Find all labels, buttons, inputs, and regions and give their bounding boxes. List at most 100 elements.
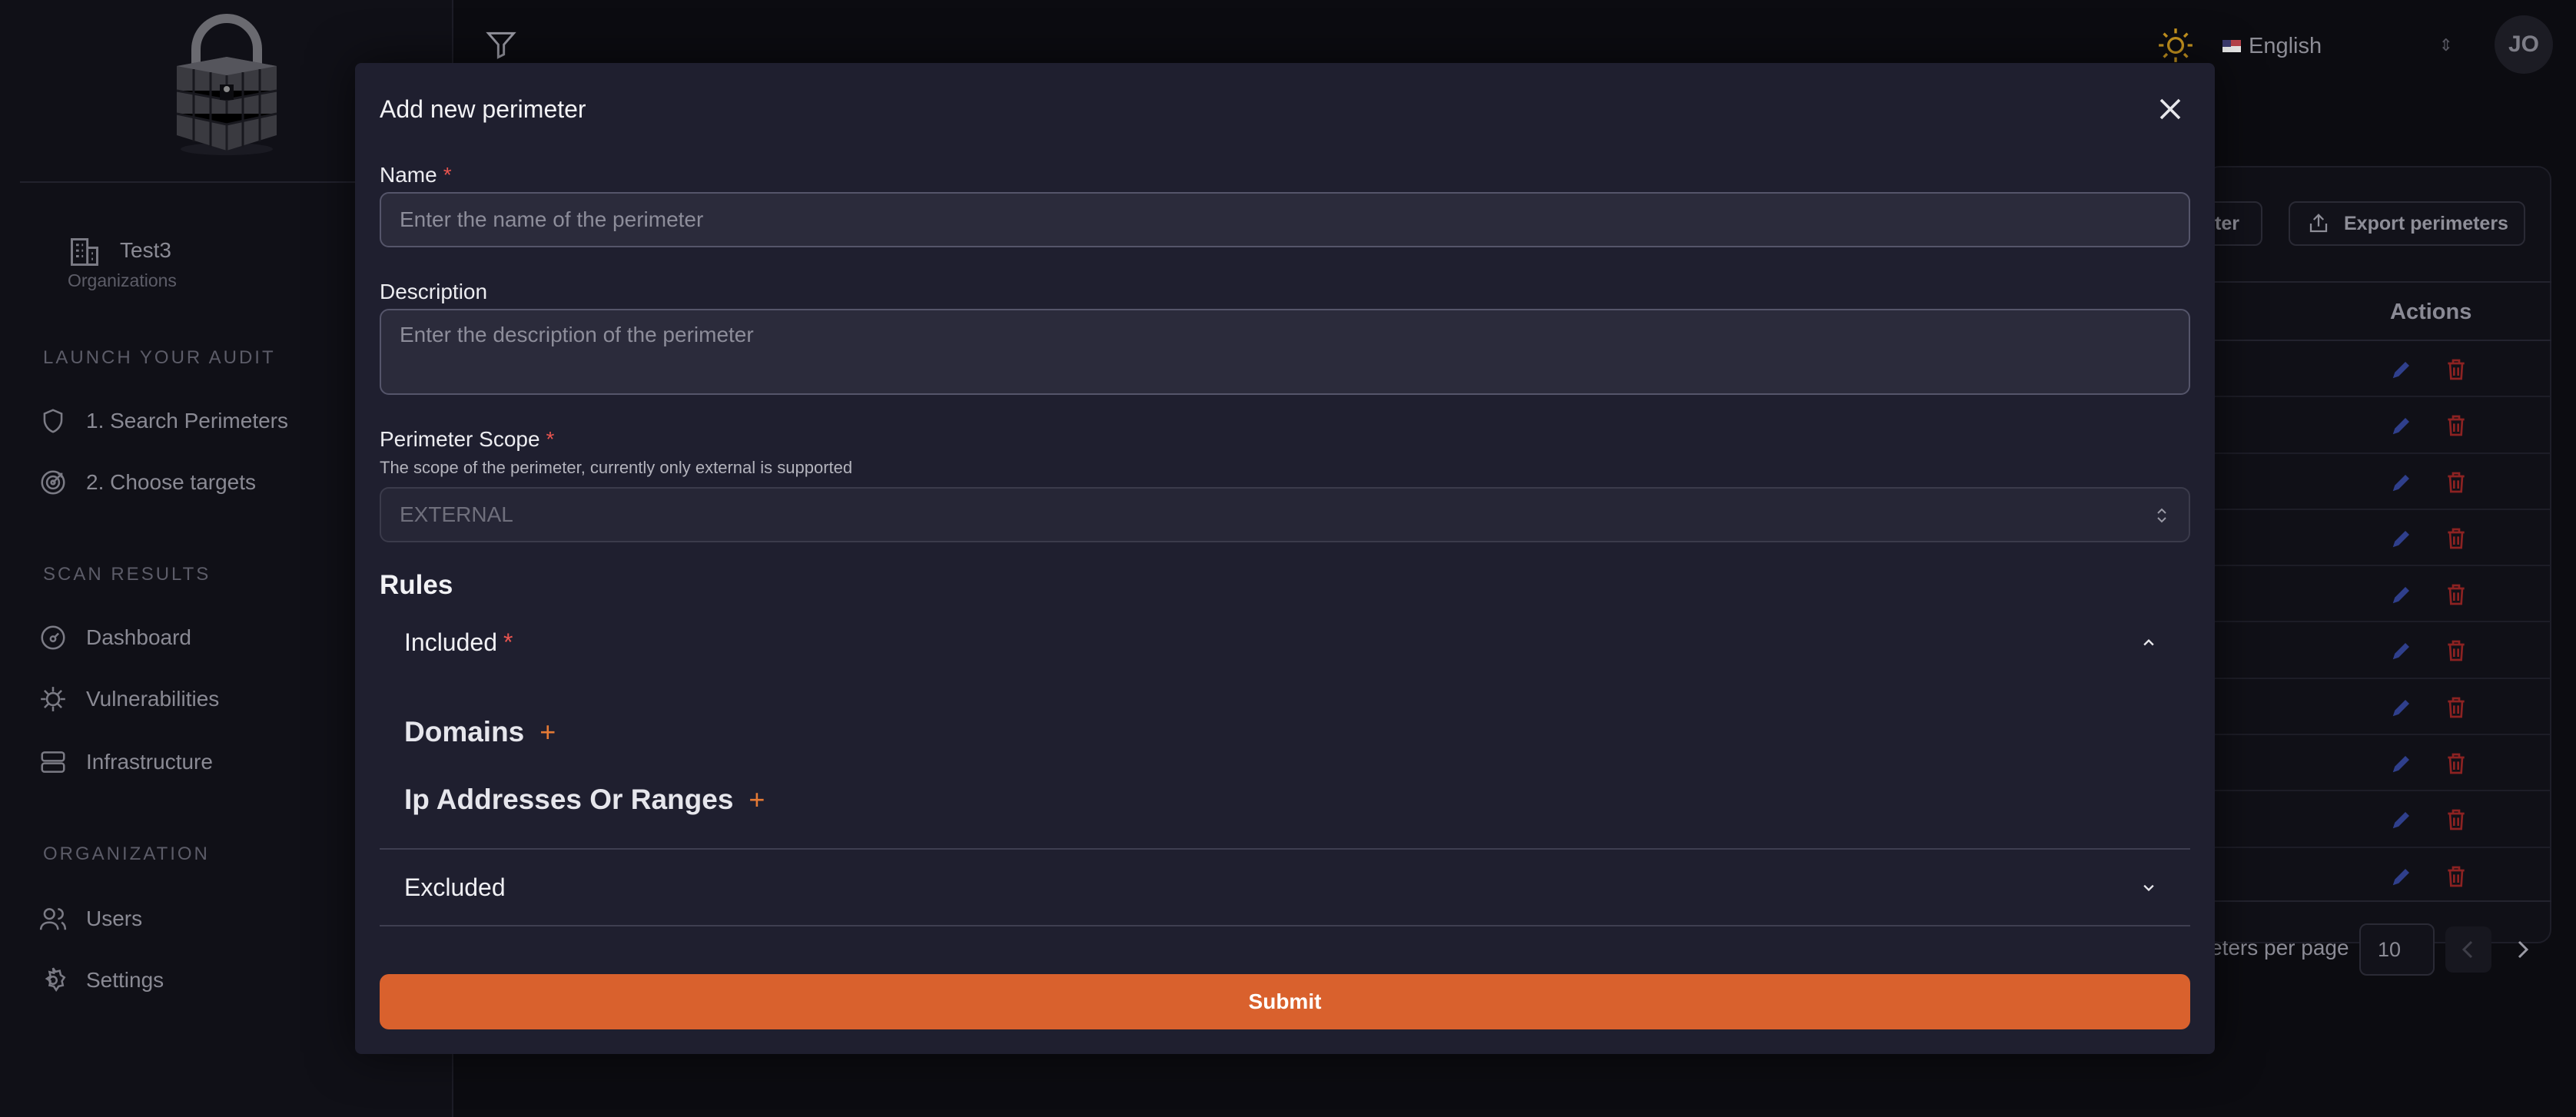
sun-icon[interactable] bbox=[2156, 26, 2195, 65]
table-row bbox=[2206, 622, 2551, 679]
required-marker: * bbox=[443, 163, 452, 187]
avatar[interactable]: JO bbox=[2495, 15, 2553, 74]
chevron-updown-icon: ⇕ bbox=[2438, 35, 2453, 55]
table-row bbox=[2206, 791, 2551, 848]
rules-title: Rules bbox=[380, 570, 453, 600]
included-label-text: Included bbox=[404, 628, 497, 656]
filter-icon[interactable] bbox=[484, 28, 518, 61]
us-flag-icon bbox=[2222, 40, 2241, 52]
close-icon[interactable] bbox=[2152, 91, 2189, 128]
pencil-icon[interactable] bbox=[2390, 639, 2413, 662]
trash-icon[interactable] bbox=[2444, 751, 2468, 777]
sidebar-item-label: Vulnerabilities bbox=[86, 687, 220, 711]
table-row bbox=[2206, 454, 2551, 510]
table-row bbox=[2206, 341, 2551, 398]
pencil-icon[interactable] bbox=[2390, 527, 2413, 550]
next-page-button[interactable] bbox=[2499, 926, 2545, 973]
sidebar-item-label: 2. Choose targets bbox=[86, 470, 257, 494]
server-icon bbox=[41, 751, 65, 773]
rows-per-page-select[interactable]: 10 bbox=[2359, 923, 2435, 976]
language-label: English bbox=[2249, 33, 2322, 58]
add-domain-button[interactable]: + bbox=[539, 716, 556, 748]
chevron-left-icon bbox=[2461, 940, 2473, 959]
sidebar-item-label: Infrastructure bbox=[86, 750, 213, 774]
trash-icon[interactable] bbox=[2444, 356, 2468, 383]
required-marker: * bbox=[546, 427, 555, 451]
actions-header: Actions bbox=[2390, 300, 2472, 324]
ip-ranges-title: Ip Addresses Or Ranges bbox=[404, 784, 734, 815]
modal-title: Add new perimeter bbox=[380, 95, 586, 123]
table-row bbox=[2206, 679, 2551, 736]
pencil-icon[interactable] bbox=[2390, 808, 2413, 831]
table-row bbox=[2206, 510, 2551, 567]
scope-select[interactable]: EXTERNAL bbox=[380, 487, 2190, 542]
trash-icon[interactable] bbox=[2444, 469, 2468, 496]
pagination: eters per page 10 bbox=[2198, 922, 2559, 976]
table-header: Actions bbox=[2206, 283, 2551, 341]
add-ip-range-button[interactable]: + bbox=[749, 784, 765, 816]
sidebar-item-label: Settings bbox=[86, 968, 164, 992]
table-row bbox=[2206, 735, 2551, 792]
pencil-icon[interactable] bbox=[2390, 752, 2413, 775]
shield-icon bbox=[43, 409, 63, 433]
app-root: Test3 Organizations LAUNCH YOUR AUDIT 1.… bbox=[0, 0, 2576, 1117]
trash-icon[interactable] bbox=[2444, 582, 2468, 608]
pencil-icon[interactable] bbox=[2390, 583, 2413, 606]
chevron-updown-icon bbox=[2157, 508, 2166, 523]
excluded-label: Excluded bbox=[404, 873, 506, 901]
trash-icon[interactable] bbox=[2444, 694, 2468, 721]
name-input[interactable] bbox=[380, 192, 2190, 247]
language-select[interactable]: English ⇕ bbox=[2222, 31, 2453, 61]
users-icon bbox=[39, 908, 67, 930]
pencil-icon[interactable] bbox=[2390, 696, 2413, 719]
description-input[interactable] bbox=[380, 309, 2190, 395]
chevron-down-icon bbox=[2143, 884, 2154, 892]
chevron-up-icon bbox=[2143, 639, 2154, 646]
domains-group: Domains + bbox=[404, 716, 556, 748]
domains-title: Domains bbox=[404, 716, 525, 747]
scope-label-text: Perimeter Scope bbox=[380, 427, 540, 451]
table-body bbox=[2206, 341, 2551, 904]
table-row bbox=[2206, 566, 2551, 623]
add-perimeter-modal: Add new perimeter Name* Description Peri… bbox=[355, 63, 2215, 1054]
sidebar-item-label: Users bbox=[86, 907, 143, 930]
previous-page-button[interactable] bbox=[2445, 926, 2491, 973]
pencil-icon[interactable] bbox=[2390, 471, 2413, 494]
submit-button[interactable]: Submit bbox=[380, 974, 2190, 1029]
scope-value: EXTERNAL bbox=[400, 502, 513, 526]
building-icon bbox=[71, 238, 98, 266]
trash-icon[interactable] bbox=[2444, 525, 2468, 552]
organization-name: Test3 bbox=[120, 238, 171, 262]
organization-subtitle: Organizations bbox=[68, 270, 177, 290]
included-label: Included * bbox=[404, 628, 513, 657]
trash-icon[interactable] bbox=[2444, 413, 2468, 439]
sidebar-item-label: Dashboard bbox=[86, 625, 191, 649]
pencil-icon[interactable] bbox=[2390, 358, 2413, 381]
table-row bbox=[2206, 848, 2551, 904]
included-accordion-toggle[interactable]: Included * bbox=[380, 605, 2190, 679]
gear-icon bbox=[45, 967, 66, 992]
bug-icon bbox=[41, 687, 65, 711]
section-title-launch: LAUNCH YOUR AUDIT bbox=[43, 347, 276, 368]
excluded-accordion-toggle[interactable]: Excluded bbox=[380, 848, 2190, 926]
pencil-icon[interactable] bbox=[2390, 414, 2413, 437]
name-label: Name * bbox=[380, 163, 452, 187]
ip-ranges-group: Ip Addresses Or Ranges + bbox=[404, 784, 765, 816]
description-label: Description bbox=[380, 280, 488, 303]
section-title-organization: ORGANIZATION bbox=[43, 844, 210, 864]
pencil-icon[interactable] bbox=[2390, 865, 2413, 888]
sidebar-item-label: 1. Search Perimeters bbox=[86, 409, 288, 433]
section-title-scan: SCAN RESULTS bbox=[43, 564, 211, 585]
export-perimeters-label: Export perimeters bbox=[2344, 212, 2508, 234]
trash-icon[interactable] bbox=[2444, 863, 2468, 890]
perimeters-table: Actions bbox=[2206, 281, 2551, 902]
gauge-icon bbox=[41, 625, 65, 650]
trash-icon[interactable] bbox=[2444, 807, 2468, 833]
rows-per-page-label: eters per page bbox=[2210, 936, 2349, 960]
export-perimeters-button[interactable]: Export perimeters bbox=[2289, 201, 2525, 246]
target-icon bbox=[41, 470, 65, 495]
trash-icon[interactable] bbox=[2444, 638, 2468, 664]
logo-icon bbox=[176, 14, 277, 155]
scope-hint: The scope of the perimeter, currently on… bbox=[380, 458, 853, 477]
scope-label: Perimeter Scope * bbox=[380, 427, 554, 452]
